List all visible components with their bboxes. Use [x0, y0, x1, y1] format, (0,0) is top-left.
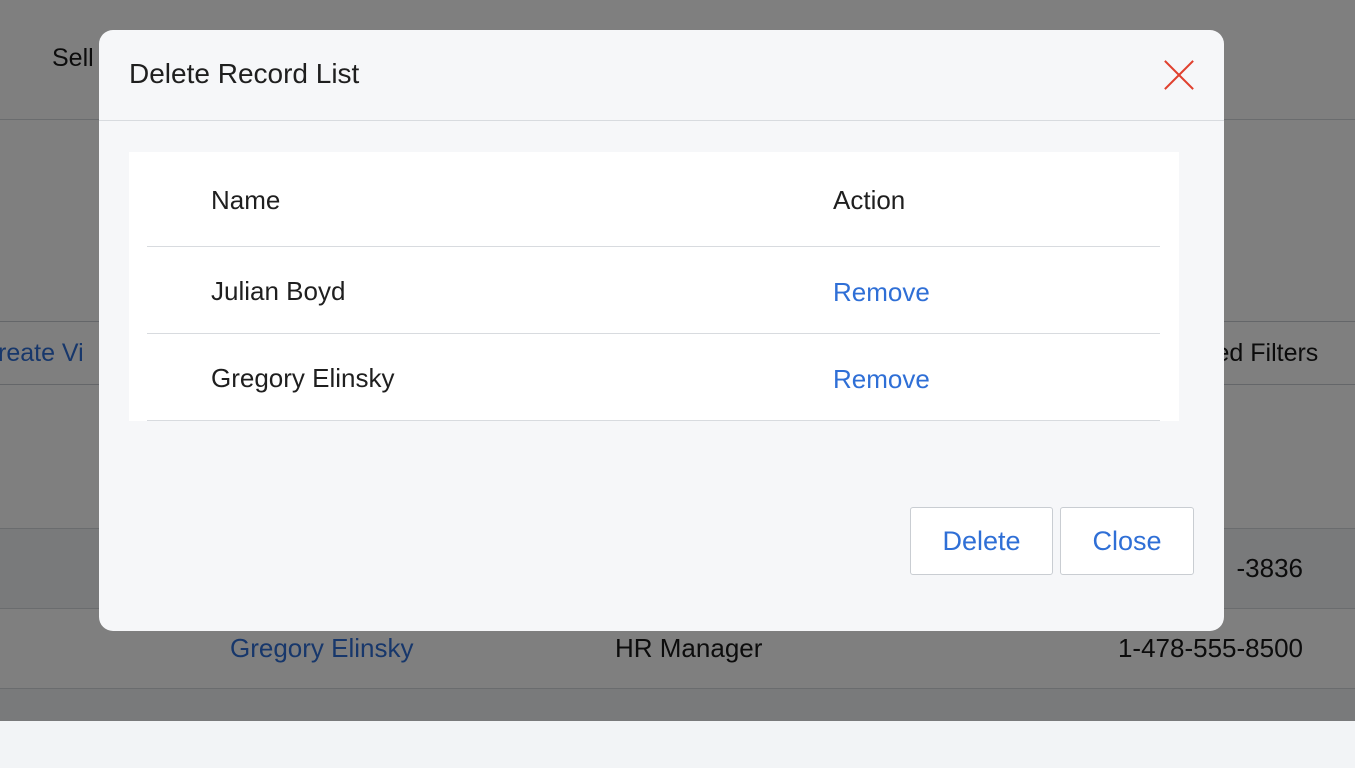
table-row: Gregory Elinsky Remove	[147, 334, 1160, 421]
table-row: Julian Boyd Remove	[147, 247, 1160, 334]
remove-link[interactable]: Remove	[833, 277, 930, 308]
record-name: Julian Boyd	[211, 276, 346, 306]
dialog-header: Delete Record List	[99, 30, 1224, 121]
dialog-title: Delete Record List	[129, 58, 360, 89]
remove-link[interactable]: Remove	[833, 364, 930, 395]
record-list-table: Name Action Julian Boyd Remove Gregory E…	[129, 152, 1179, 421]
table-header: Name Action	[147, 152, 1160, 247]
record-name: Gregory Elinsky	[211, 363, 395, 393]
close-icon[interactable]	[1162, 58, 1196, 92]
delete-record-list-dialog: Delete Record List Name Action Julian Bo…	[99, 30, 1224, 631]
column-header-name: Name	[211, 185, 281, 215]
column-header-action: Action	[833, 185, 906, 215]
delete-button[interactable]: Delete	[910, 507, 1053, 575]
close-button[interactable]: Close	[1060, 507, 1194, 575]
